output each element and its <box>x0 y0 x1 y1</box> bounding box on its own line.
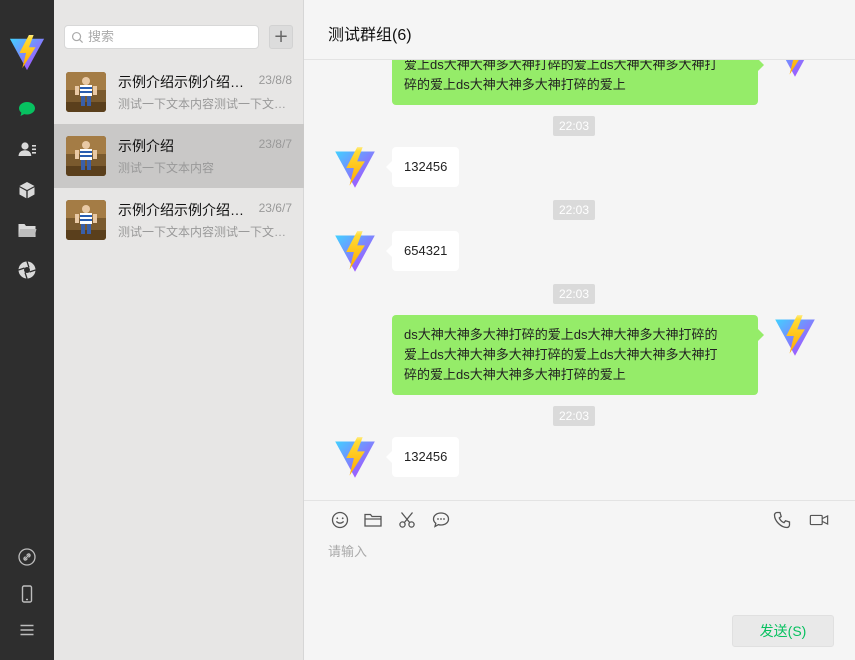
composer: 发送(S) <box>304 500 855 660</box>
search-row: + <box>54 0 304 60</box>
session-avatar <box>66 200 106 240</box>
session-preview: 测试一下文本内容 <box>118 161 215 175</box>
session-avatar <box>66 72 106 112</box>
emoji-icon <box>331 511 349 529</box>
video-call-icon <box>809 514 829 526</box>
emoji-button[interactable] <box>329 509 351 531</box>
session-date: 23/8/8 <box>258 73 292 87</box>
chat-panel: 测试群组(6) 爱上ds大神大神多大神打碎的爱上ds大神大神多大神打 碎的爱上d… <box>304 0 855 660</box>
session-avatar <box>66 136 106 176</box>
file-button[interactable] <box>362 509 384 531</box>
message-line: 爱上ds大神大神多大神打碎的爱上ds大神大神多大神打 <box>404 347 718 362</box>
vite-logo-icon <box>333 230 377 274</box>
link-icon <box>18 548 36 566</box>
vite-logo-icon <box>333 146 377 190</box>
vite-logo-icon <box>333 436 377 480</box>
vite-logo-icon <box>8 34 46 72</box>
message-list: 爱上ds大神大神多大神打碎的爱上ds大神大神多大神打 碎的爱上ds大神大神多大神… <box>304 60 855 500</box>
app-rail <box>0 0 54 660</box>
session-date: 23/8/7 <box>258 137 292 151</box>
rail-link-button[interactable] <box>0 540 54 574</box>
session-list: + 示例介绍示例介绍示例介绍 23/8/8 测试一下文本内容测试一下文本内容 <box>54 0 304 660</box>
session-preview: 测试一下文本内容测试一下文本内容 <box>118 225 288 239</box>
message-line: 碎的爱上ds大神大神多大神打碎的爱上 <box>404 77 626 92</box>
rail-menu-button[interactable] <box>0 613 54 647</box>
message-line: ds大神大神多大神打碎的爱上ds大神大神多大神打碎的 <box>404 327 718 342</box>
session-title: 示例介绍示例介绍示例介绍 <box>118 202 248 218</box>
video-call-button[interactable] <box>807 509 831 531</box>
session-date: 23/6/7 <box>258 201 292 215</box>
chat-icon <box>19 102 35 116</box>
search-box[interactable] <box>64 25 259 49</box>
vite-logo-icon <box>773 314 817 358</box>
person-photo-icon <box>66 72 106 112</box>
message-input[interactable] <box>328 541 828 609</box>
chat-header: 测试群组(6) <box>304 0 855 60</box>
rail-contacts-button[interactable] <box>0 132 54 166</box>
phone-device-icon <box>21 585 33 603</box>
chat-title: 测试群组(6) <box>328 27 412 44</box>
session-item[interactable]: 示例介绍示例介绍示例介绍 23/8/8 测试一下文本内容测试一下文本内容 <box>54 60 304 124</box>
message-bubble: 132456 <box>385 147 460 187</box>
message-timestamp: 22:03 <box>553 406 596 426</box>
search-input[interactable] <box>88 29 248 45</box>
vite-logo-icon <box>773 60 817 79</box>
screenshot-button[interactable] <box>396 509 418 531</box>
message-timestamp: 22:03 <box>553 116 596 136</box>
message-timestamp: 22:03 <box>553 284 596 304</box>
message-bubble: 132456 <box>385 437 460 477</box>
session-item[interactable]: 示例介绍 23/8/7 测试一下文本内容 <box>54 124 304 188</box>
send-button[interactable]: 发送(S) <box>732 615 834 647</box>
rail-chat-button[interactable] <box>0 92 54 126</box>
session-title: 示例介绍示例介绍示例介绍 <box>118 74 248 90</box>
message-bubble: 654321 <box>385 231 460 271</box>
message-line: 爱上ds大神大神多大神打碎的爱上ds大神大神多大神打 <box>404 60 718 72</box>
message-bubble: 爱上ds大神大神多大神打碎的爱上ds大神大神多大神打 碎的爱上ds大神大神多大神… <box>392 60 764 105</box>
chat-history-button[interactable] <box>430 509 452 531</box>
rail-mobile-button[interactable] <box>0 577 54 611</box>
message-bubble: ds大神大神多大神打碎的爱上ds大神大神多大神打碎的 爱上ds大神大神多大神打碎… <box>392 315 764 395</box>
person-photo-icon <box>66 200 106 240</box>
rail-folder-button[interactable] <box>0 213 54 247</box>
phone-call-icon <box>773 511 791 529</box>
add-chat-button[interactable]: + <box>269 25 293 49</box>
search-icon <box>71 31 84 43</box>
session-item[interactable]: 示例介绍示例介绍示例介绍 23/6/7 测试一下文本内容测试一下文本内容 <box>54 188 304 252</box>
message-timestamp: 22:03 <box>553 200 596 220</box>
session-preview: 测试一下文本内容测试一下文本内容 <box>118 97 288 111</box>
menu-icon <box>20 624 34 636</box>
folder-icon <box>364 513 382 527</box>
folder-icon <box>18 224 37 237</box>
session-title: 示例介绍 <box>118 138 174 154</box>
aperture-icon <box>18 261 36 279</box>
person-photo-icon <box>66 136 106 176</box>
message-line: 碎的爱上ds大神大神多大神打碎的爱上 <box>404 367 626 382</box>
contacts-icon <box>18 142 36 156</box>
rail-aperture-button[interactable] <box>0 253 54 287</box>
rail-box-button[interactable] <box>0 173 54 207</box>
box-icon <box>19 182 35 199</box>
scissors-icon <box>399 512 415 528</box>
chat-bubble-icon <box>432 512 450 528</box>
voice-call-button[interactable] <box>771 509 793 531</box>
